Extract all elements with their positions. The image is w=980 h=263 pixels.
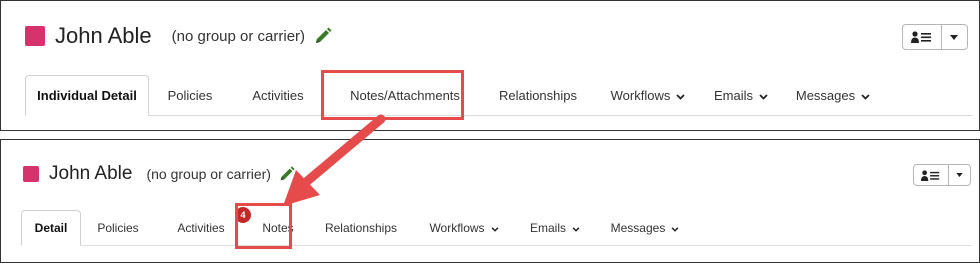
tab-emails[interactable]: Emails [705, 75, 777, 115]
tab-notes[interactable]: Notes [247, 210, 309, 245]
tab-policies[interactable]: Policies [81, 210, 155, 245]
user-menu-button[interactable] [913, 164, 971, 186]
tab-label: Emails [529, 220, 566, 235]
tab-detail[interactable]: Detail [21, 210, 81, 246]
tab-label: Policies [97, 220, 139, 235]
record-subtitle: (no group or carrier) [171, 27, 306, 45]
tab-relationships[interactable]: Relationships [485, 75, 591, 115]
user-list-icon[interactable] [903, 25, 942, 49]
tab-label: Messages [610, 220, 666, 235]
chevron-down-icon [759, 88, 768, 103]
caret-down-icon[interactable] [942, 25, 967, 49]
color-swatch [25, 26, 45, 46]
tab-activities[interactable]: Activities [231, 75, 325, 115]
record-header: John Able (no group or carrier) [25, 23, 333, 49]
user-menu-button[interactable] [902, 24, 968, 50]
tab-workflows[interactable]: Workflows [413, 210, 515, 245]
tab-policies[interactable]: Policies [149, 75, 231, 115]
record-name: John Able [49, 163, 133, 184]
color-swatch [23, 166, 39, 182]
record-header: John Able (no group or carrier) [23, 163, 296, 185]
tab-messages[interactable]: Messages [595, 210, 695, 245]
chevron-down-icon [491, 221, 499, 235]
tab-bar: Detail Policies Activities 4 Notes Relat… [21, 207, 971, 246]
tab-label: Messages [795, 87, 856, 103]
bottom-panel: John Able (no group or carrier) Detail P… [0, 139, 980, 263]
tab-individual-detail[interactable]: Individual Detail [25, 75, 149, 116]
chevron-down-icon [671, 221, 679, 235]
tab-relationships[interactable]: Relationships [309, 210, 413, 245]
tab-label: Workflows [610, 87, 671, 103]
tab-label: Detail [34, 221, 68, 235]
tab-label: Workflows [429, 220, 485, 235]
tab-label: Activities [252, 87, 304, 103]
caret-down-icon[interactable] [949, 165, 970, 185]
tab-label: Notes [262, 220, 294, 235]
user-list-icon[interactable] [914, 165, 949, 185]
chevron-down-icon [861, 88, 870, 103]
tab-emails[interactable]: Emails [515, 210, 595, 245]
tab-activities[interactable]: Activities 4 [155, 207, 251, 245]
tab-notes-attachments[interactable]: Notes/Attachments [325, 75, 485, 115]
top-panel: John Able (no group or carrier) Individu… [0, 0, 980, 131]
chevron-down-icon [572, 221, 580, 235]
record-subtitle: (no group or carrier) [146, 166, 271, 182]
tab-label: Relationships [324, 220, 398, 235]
tab-label: Policies [167, 87, 213, 103]
tab-bar: Individual Detail Policies Activities No… [25, 75, 973, 116]
tab-messages[interactable]: Messages [777, 75, 889, 115]
tab-label: Activities [177, 220, 225, 235]
tab-label: Individual Detail [37, 88, 137, 103]
tab-label: Emails [713, 87, 753, 103]
chevron-down-icon [676, 88, 685, 103]
tab-workflows[interactable]: Workflows [591, 75, 705, 115]
tab-label: Notes/Attachments [350, 87, 460, 103]
pencil-icon[interactable] [278, 165, 296, 183]
tab-label: Relationships [498, 87, 578, 103]
record-name: John Able [55, 23, 152, 48]
pencil-icon[interactable] [313, 26, 333, 46]
